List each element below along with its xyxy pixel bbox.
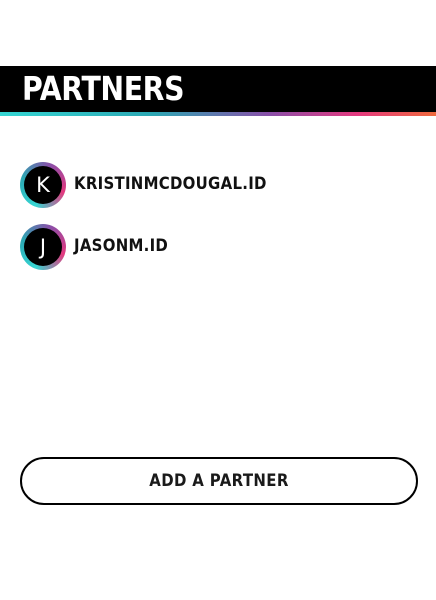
partner-name: JASONM.ID bbox=[74, 236, 169, 256]
avatar: J bbox=[24, 228, 62, 266]
page-header: PARTNERS bbox=[0, 66, 436, 112]
add-partner-button-label: ADD A PARTNER bbox=[149, 471, 289, 491]
avatar-ring: J bbox=[20, 224, 66, 270]
add-partner-button[interactable]: ADD A PARTNER bbox=[20, 457, 418, 505]
partner-item[interactable]: K KRISTINMCDOUGAL.ID bbox=[20, 162, 420, 210]
partner-name: KRISTINMCDOUGAL.ID bbox=[74, 174, 267, 194]
partner-item[interactable]: J JASONM.ID bbox=[20, 224, 420, 272]
page-title: PARTNERS bbox=[22, 69, 185, 108]
avatar-ring: K bbox=[20, 162, 66, 208]
header-gradient-stripe bbox=[0, 112, 436, 116]
avatar: K bbox=[24, 166, 62, 204]
